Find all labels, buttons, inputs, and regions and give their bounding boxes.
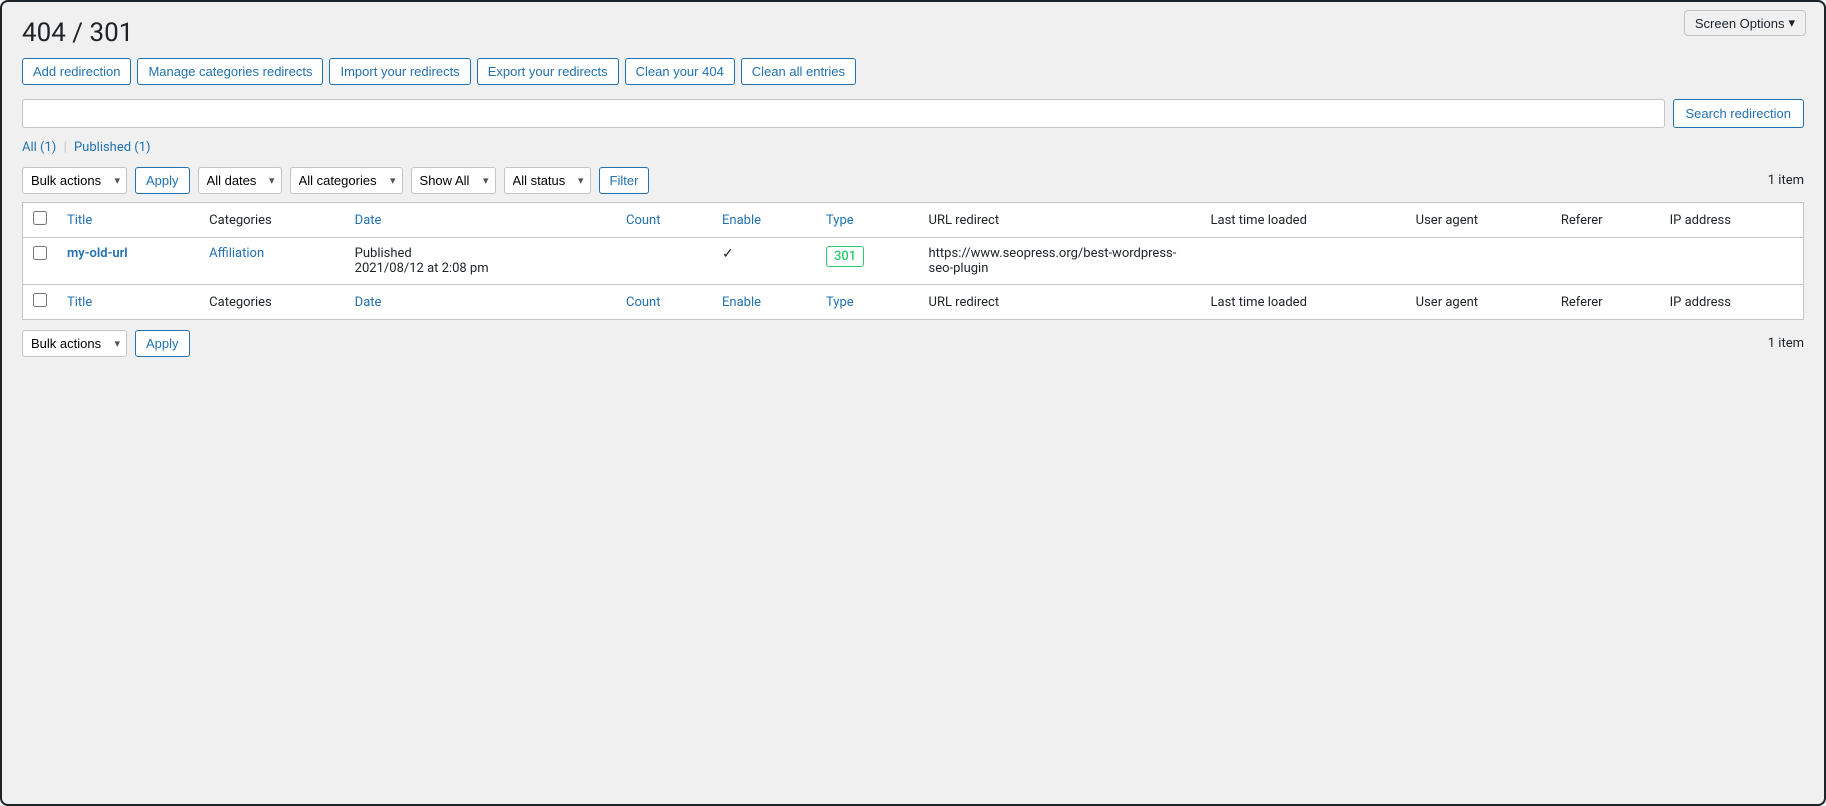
bottom-bar: Bulk actions Apply 1 item: [22, 330, 1804, 357]
all-dates-wrapper: All dates: [198, 167, 282, 194]
screen-options-label: Screen Options: [1695, 16, 1785, 31]
all-categories-select[interactable]: All categories: [290, 167, 403, 194]
row-categories-cell: Affiliation: [199, 238, 345, 285]
col-header-last-time-loaded: Last time loaded: [1201, 203, 1406, 238]
col-footer-user-agent: User agent: [1406, 285, 1551, 320]
item-count-bottom: 1 item: [1768, 336, 1804, 351]
page-title: 404 / 301: [22, 18, 1804, 48]
clean-404-button[interactable]: Clean your 404: [625, 58, 735, 85]
col-header-referer: Referer: [1551, 203, 1660, 238]
row-date-value: 2021/08/12 at 2:08 pm: [355, 261, 489, 276]
bulk-actions-bottom-select[interactable]: Bulk actions: [22, 330, 127, 357]
col-footer-referer: Referer: [1551, 285, 1660, 320]
item-count-top: 1 item: [1768, 173, 1804, 188]
row-title-link[interactable]: my-old-url: [67, 246, 128, 261]
col-header-ip-address: IP address: [1660, 203, 1803, 238]
row-checkbox[interactable]: [33, 246, 47, 260]
bulk-actions-select[interactable]: Bulk actions: [22, 167, 127, 194]
table-row: my-old-url Affiliation Published 2021/08…: [23, 238, 1803, 285]
row-title-cell: my-old-url: [57, 238, 199, 285]
col-header-type[interactable]: Type: [816, 203, 919, 238]
col-header-title[interactable]: Title: [57, 203, 199, 238]
filter-all-link[interactable]: All (1): [22, 140, 56, 155]
col-footer-title[interactable]: Title: [57, 285, 199, 320]
col-footer-categories: Categories: [199, 285, 345, 320]
col-footer-last-time-loaded: Last time loaded: [1201, 285, 1406, 320]
filter-links: All (1) | Published (1): [22, 140, 1804, 155]
apply-button-top[interactable]: Apply: [135, 167, 190, 194]
all-status-select[interactable]: All status: [504, 167, 591, 194]
add-redirection-button[interactable]: Add redirection: [22, 58, 131, 85]
row-date-status: Published: [355, 246, 412, 261]
row-enable-cell: ✓: [712, 238, 816, 285]
select-all-footer-checkbox[interactable]: [33, 293, 47, 307]
search-row: Search redirection: [22, 99, 1804, 128]
clean-all-button[interactable]: Clean all entries: [741, 58, 856, 85]
col-footer-type[interactable]: Type: [816, 285, 919, 320]
col-header-enable[interactable]: Enable: [712, 203, 816, 238]
col-footer-date[interactable]: Date: [345, 285, 616, 320]
row-count-cell: [616, 238, 712, 285]
all-status-wrapper: All status: [504, 167, 591, 194]
bulk-actions-wrapper: Bulk actions: [22, 167, 127, 194]
col-header-categories: Categories: [199, 203, 345, 238]
all-dates-select[interactable]: All dates: [198, 167, 282, 194]
col-footer-count[interactable]: Count: [616, 285, 712, 320]
row-url-redirect-cell: https://www.seopress.org/best-wordpress-…: [919, 238, 1201, 285]
row-category-link[interactable]: Affiliation: [209, 246, 264, 261]
search-input[interactable]: [22, 99, 1665, 128]
row-referer-cell: [1551, 238, 1660, 285]
manage-categories-button[interactable]: Manage categories redirects: [137, 58, 323, 85]
col-header-count[interactable]: Count: [616, 203, 712, 238]
table-header-row: Title Categories Date Count Enable Type …: [23, 203, 1803, 238]
search-redirection-button[interactable]: Search redirection: [1673, 99, 1805, 128]
col-footer-ip-address: IP address: [1660, 285, 1803, 320]
row-checkbox-cell: [23, 238, 57, 285]
apply-button-bottom[interactable]: Apply: [135, 330, 190, 357]
filter-button[interactable]: Filter: [599, 167, 650, 194]
row-user-agent-cell: [1406, 238, 1551, 285]
all-categories-wrapper: All categories: [290, 167, 403, 194]
screen-options-button[interactable]: Screen Options ▾: [1684, 10, 1806, 36]
table-footer-row: Title Categories Date Count Enable Type …: [23, 285, 1803, 320]
col-footer-enable[interactable]: Enable: [712, 285, 816, 320]
row-last-time-loaded-cell: [1201, 238, 1406, 285]
page-wrapper: Screen Options ▾ 404 / 301 Add redirecti…: [0, 0, 1826, 806]
show-all-wrapper: Show All: [411, 167, 496, 194]
import-redirects-button[interactable]: Import your redirects: [329, 58, 470, 85]
export-redirects-button[interactable]: Export your redirects: [477, 58, 619, 85]
row-date-cell: Published 2021/08/12 at 2:08 pm: [345, 238, 616, 285]
row-type-cell: 301: [816, 238, 919, 285]
select-all-footer: [23, 285, 57, 320]
select-all-checkbox[interactable]: [33, 211, 47, 225]
chevron-down-icon: ▾: [1788, 15, 1795, 31]
bulk-actions-bottom-wrapper: Bulk actions: [22, 330, 127, 357]
select-all-header: [23, 203, 57, 238]
col-footer-url-redirect: URL redirect: [919, 285, 1201, 320]
top-actions-bar: Add redirection Manage categories redire…: [22, 58, 1804, 85]
filter-published-link[interactable]: Published (1): [74, 140, 151, 155]
filter-row-top: Bulk actions Apply All dates All categor…: [22, 167, 1804, 194]
type-badge: 301: [826, 246, 864, 267]
col-header-date[interactable]: Date: [345, 203, 616, 238]
enable-checkmark: ✓: [722, 246, 734, 262]
col-header-url-redirect: URL redirect: [919, 203, 1201, 238]
show-all-select[interactable]: Show All: [411, 167, 496, 194]
row-ip-address-cell: [1660, 238, 1803, 285]
redirections-table: Title Categories Date Count Enable Type …: [22, 202, 1804, 320]
col-header-user-agent: User agent: [1406, 203, 1551, 238]
